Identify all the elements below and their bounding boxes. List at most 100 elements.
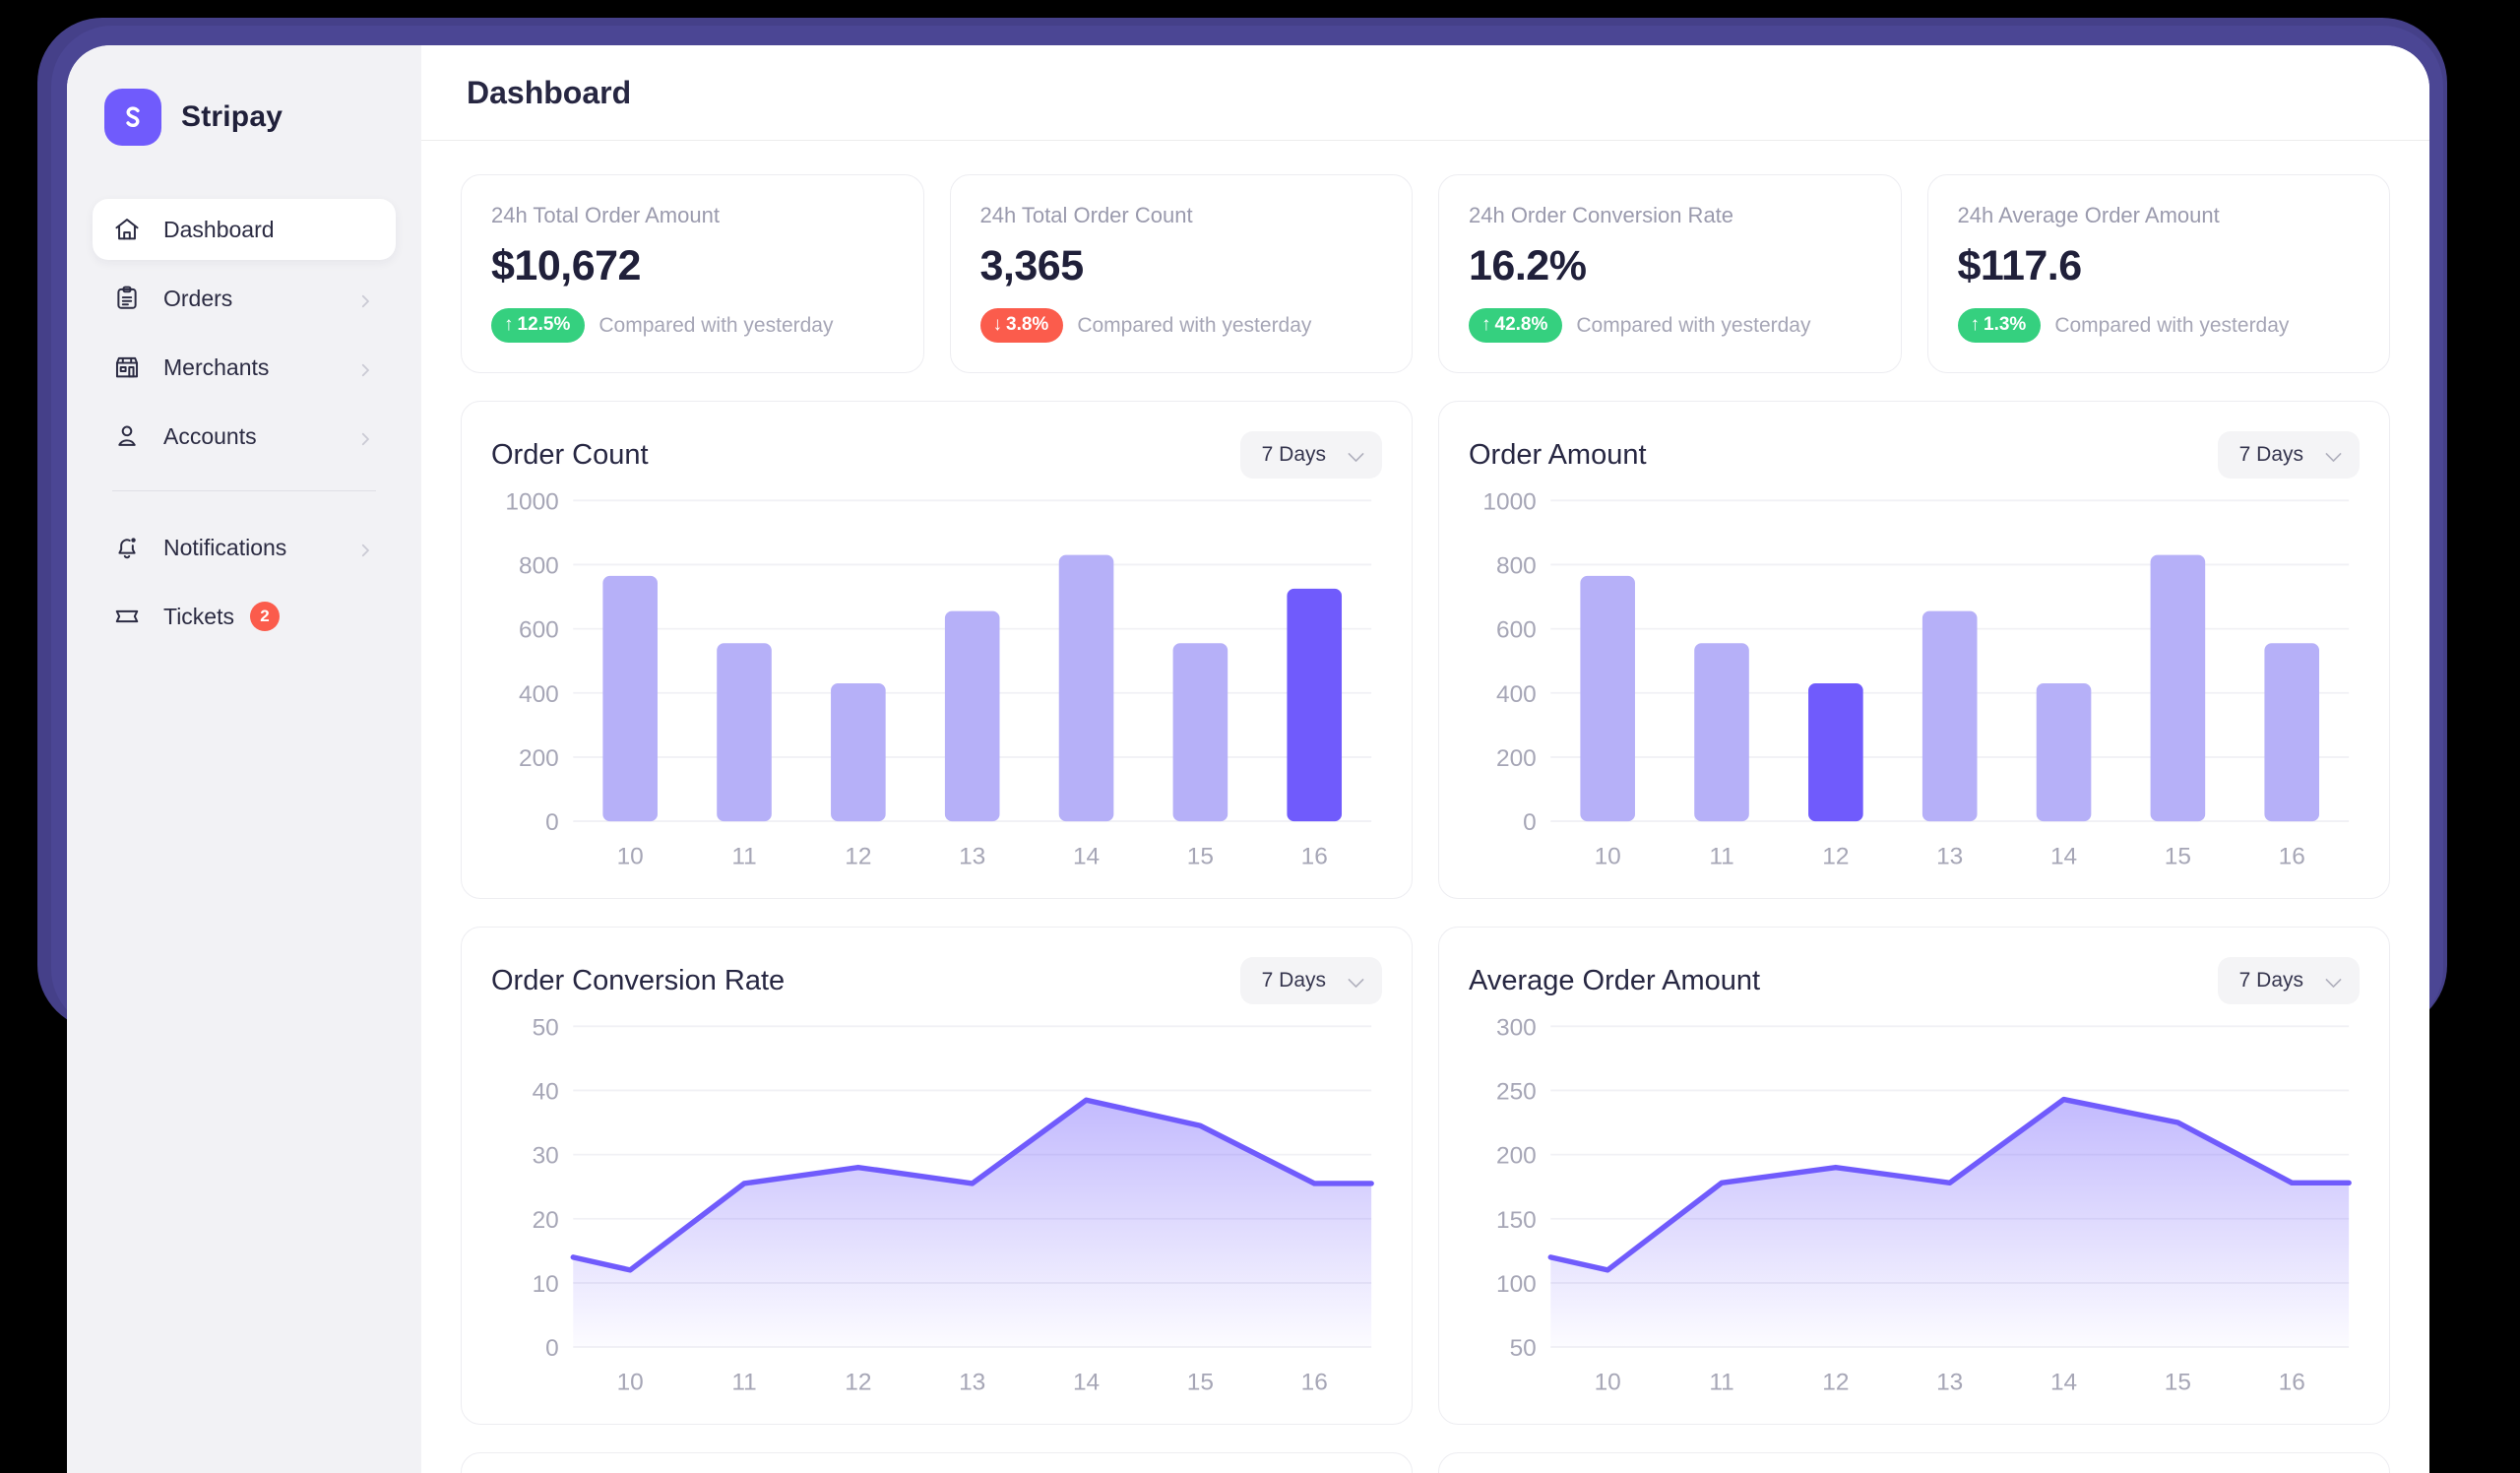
page-title: Dashboard bbox=[467, 74, 632, 110]
x-axis-tick: 14 bbox=[2050, 844, 2077, 870]
sidebar-nav: Dashboard Orders Merchants Accounts Noti… bbox=[67, 199, 421, 647]
chart-title: Order Amount bbox=[1469, 438, 1647, 471]
x-axis-tick: 15 bbox=[2165, 1370, 2191, 1396]
stat-note: Compared with yesterday bbox=[1077, 313, 1312, 337]
chart-row-2: Order Conversion Rate 7 Days 0 10 20 30 40 50… bbox=[461, 927, 2390, 1426]
stat-label: 24h Average Order Amount bbox=[1957, 203, 2220, 227]
sidebar-item-label: Accounts bbox=[163, 422, 257, 449]
range-selector-order-count[interactable]: 7 Days bbox=[1239, 431, 1382, 479]
bar bbox=[1580, 575, 1635, 822]
y-axis-tick: 1000 bbox=[1482, 488, 1536, 515]
stat-footer: ↑ 12.5% Compared with yesterday bbox=[491, 308, 894, 343]
x-axis-tick: 14 bbox=[2050, 1370, 2077, 1396]
range-label: 7 Days bbox=[2238, 443, 2303, 466]
stat-card-order-conversion-rate: 24h Order Conversion Rate 16.2% ↑ 42.8% C… bbox=[1438, 174, 1902, 373]
y-axis-tick: 400 bbox=[1496, 681, 1537, 708]
topbar: Dashboard bbox=[421, 45, 2429, 141]
range-selector-order-conversion-rate[interactable]: 7 Days bbox=[1239, 957, 1382, 1005]
x-axis-tick: 11 bbox=[731, 844, 756, 870]
y-axis-tick: 300 bbox=[1496, 1015, 1537, 1042]
y-axis-tick: 400 bbox=[519, 681, 559, 708]
sidebar-item-label: Orders bbox=[163, 285, 233, 311]
bar bbox=[831, 682, 886, 822]
y-axis-tick: 200 bbox=[1496, 1143, 1537, 1170]
status-badge: ↓ 3.8% bbox=[979, 308, 1064, 343]
stat-footer: ↓ 3.8% Compared with yesterday bbox=[979, 308, 1383, 343]
chart-row-1: Order Count 7 Days 0 200 400 600 800 1000 10 11… bbox=[461, 401, 2390, 900]
brand[interactable]: Stripay bbox=[67, 81, 421, 154]
sidebar-divider bbox=[112, 490, 376, 491]
range-label: 7 Days bbox=[2238, 969, 2303, 993]
x-axis-tick: 14 bbox=[1073, 1370, 1100, 1396]
y-axis-tick: 40 bbox=[533, 1079, 559, 1106]
chart-card-order-count: Order Count 7 Days 0 200 400 600 800 1000 10 11… bbox=[461, 401, 1413, 900]
delta-value: 42.8% bbox=[1494, 314, 1548, 335]
stat-label: 24h Order Conversion Rate bbox=[1469, 203, 1734, 227]
bar bbox=[1172, 643, 1228, 822]
y-axis-tick: 800 bbox=[1496, 552, 1537, 579]
sidebar-item-orders[interactable]: Orders bbox=[93, 268, 396, 329]
bar bbox=[1058, 554, 1114, 822]
x-axis-tick: 13 bbox=[959, 1370, 985, 1396]
x-axis-tick: 11 bbox=[1709, 844, 1733, 870]
chevron-down-icon bbox=[1348, 450, 1364, 462]
bar bbox=[717, 643, 772, 822]
stat-label: 24h Total Order Count bbox=[979, 203, 1193, 227]
arrow-up-icon: ↑ bbox=[504, 314, 514, 335]
sidebar-item-accounts[interactable]: Accounts bbox=[93, 406, 396, 467]
range-selector-order-amount[interactable]: 7 Days bbox=[2217, 431, 2360, 479]
y-axis-tick: 0 bbox=[545, 809, 559, 836]
stat-card-total-order-count: 24h Total Order Count 3,365 ↓ 3.8% Compar… bbox=[949, 174, 1413, 373]
x-axis-tick: 15 bbox=[1187, 1370, 1214, 1396]
sidebar-item-merchants[interactable]: Merchants bbox=[93, 337, 396, 398]
chevron-right-icon bbox=[356, 358, 374, 377]
chevron-down-icon bbox=[2325, 450, 2342, 462]
status-badge: ↑ 12.5% bbox=[491, 308, 586, 343]
bar-chart-order-amount: 0 200 400 600 800 1000 10 11 12 13 14 15 16 bbox=[1482, 488, 2350, 870]
stat-value: $117.6 bbox=[1957, 242, 2083, 289]
x-axis-tick: 10 bbox=[1595, 1370, 1621, 1396]
range-selector-average-order-amount[interactable]: 7 Days bbox=[2217, 957, 2360, 1005]
chart-header: Order Count 7 Days bbox=[491, 431, 1382, 479]
stat-label: 24h Total Order Amount bbox=[491, 203, 720, 227]
chart-card-partial-left bbox=[461, 1452, 1413, 1473]
chart-card-order-amount: Order Amount 7 Days 0 200 400 600 800 1000 10 1… bbox=[1438, 401, 2390, 900]
user-icon bbox=[112, 421, 142, 451]
sidebar-item-notifications[interactable]: Notifications bbox=[93, 517, 396, 578]
main-area: Dashboard 24h Total Order Amount $10,672… bbox=[421, 45, 2429, 1473]
sidebar-item-tickets[interactable]: Tickets 2 bbox=[93, 586, 396, 647]
bar bbox=[1694, 643, 1749, 822]
bar bbox=[944, 610, 1000, 822]
y-axis-tick: 20 bbox=[533, 1207, 559, 1234]
x-axis-tick: 16 bbox=[2279, 844, 2305, 870]
home-icon bbox=[112, 215, 142, 244]
sidebar: Stripay Dashboard Orders Merchants Accou… bbox=[67, 45, 421, 1473]
y-axis-tick: 30 bbox=[533, 1143, 559, 1170]
chart-header: Order Amount 7 Days bbox=[1469, 431, 2360, 479]
x-axis-tick: 11 bbox=[1709, 1370, 1733, 1396]
chevron-down-icon bbox=[1348, 976, 1364, 988]
y-axis-tick: 200 bbox=[1496, 745, 1537, 772]
bar bbox=[1287, 588, 1343, 822]
stat-note: Compared with yesterday bbox=[598, 313, 834, 337]
sidebar-item-label: Tickets bbox=[163, 603, 234, 629]
x-axis-tick: 15 bbox=[1187, 844, 1214, 870]
x-axis-tick: 13 bbox=[1936, 1370, 1963, 1396]
y-axis-tick: 100 bbox=[1496, 1271, 1537, 1298]
x-axis-tick: 16 bbox=[1301, 844, 1328, 870]
arrow-up-icon: ↑ bbox=[1970, 314, 1981, 335]
bar bbox=[2150, 554, 2206, 822]
brand-name: Stripay bbox=[181, 100, 284, 133]
bar bbox=[602, 575, 658, 822]
sidebar-item-dashboard[interactable]: Dashboard bbox=[93, 199, 396, 260]
bar bbox=[1808, 682, 1863, 822]
stat-note: Compared with yesterday bbox=[1576, 313, 1811, 337]
stat-value: 16.2% bbox=[1469, 242, 1587, 289]
status-badge: ↑ 1.3% bbox=[1957, 308, 2042, 343]
x-axis-tick: 12 bbox=[1822, 1370, 1849, 1396]
y-axis-tick: 600 bbox=[519, 617, 559, 644]
stat-value: $10,672 bbox=[491, 242, 641, 289]
x-axis-tick: 12 bbox=[845, 844, 871, 870]
chevron-right-icon bbox=[356, 427, 374, 446]
bar-chart-order-count: 0 200 400 600 800 1000 10 11 12 13 14 15 16 bbox=[505, 488, 1372, 870]
